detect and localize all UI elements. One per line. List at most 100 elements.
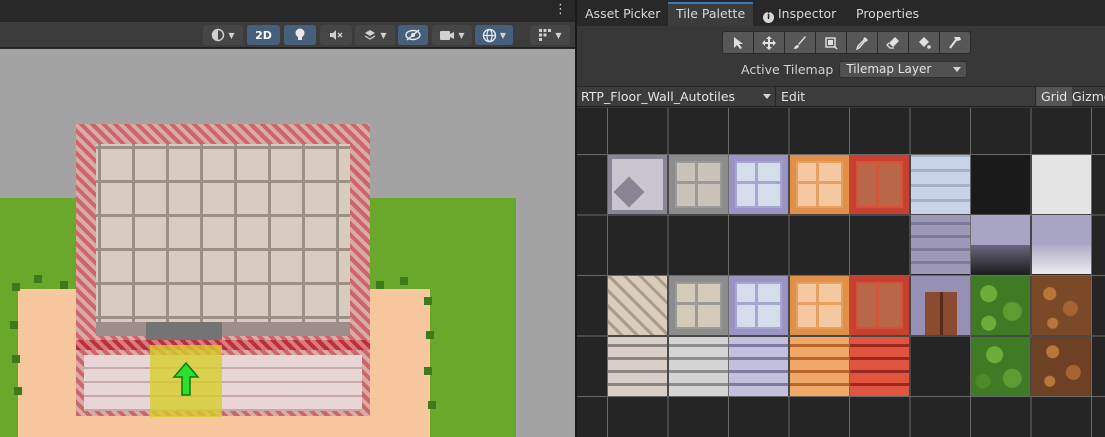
scene-viewport[interactable] xyxy=(0,49,575,437)
palette-tile[interactable] xyxy=(1032,155,1091,214)
shading-mode-dropdown[interactable]: ▼ xyxy=(203,25,243,45)
palette-tile[interactable] xyxy=(911,215,970,274)
chevron-down-icon xyxy=(763,94,771,99)
sand-area-bottom xyxy=(18,415,430,437)
bush-tile xyxy=(400,277,408,285)
bush-tile xyxy=(426,331,434,339)
palette-tile[interactable] xyxy=(608,155,667,214)
palette-tile[interactable] xyxy=(729,155,788,214)
eraser-icon xyxy=(886,36,899,49)
palette-tile[interactable] xyxy=(1032,276,1091,335)
palette-tile[interactable] xyxy=(1032,337,1091,396)
box-fill-icon xyxy=(825,36,838,50)
palette-tile[interactable] xyxy=(1032,215,1091,274)
tab-properties[interactable]: Properties xyxy=(848,2,927,26)
palette-tools-bar xyxy=(722,31,971,54)
palette-tile[interactable] xyxy=(608,276,667,335)
palette-tile[interactable] xyxy=(608,337,667,396)
palette-tile[interactable] xyxy=(669,276,728,335)
gizmos-dropdown[interactable]: ▼ xyxy=(475,25,513,45)
camera-icon xyxy=(440,30,455,40)
tile-palette-panel: Asset Picker Tile Palette i Inspector Pro… xyxy=(577,0,1105,437)
bush-tile xyxy=(60,281,68,289)
bush-tile xyxy=(34,275,42,283)
palette-selector-dropdown[interactable]: RTP_Floor_Wall_Autotiles xyxy=(577,87,775,106)
chevron-down-icon: ▼ xyxy=(458,30,465,40)
move-tool-button[interactable] xyxy=(753,31,785,54)
tab-tile-palette[interactable]: Tile Palette xyxy=(668,2,754,26)
scene-tab-strip: ⋮ xyxy=(0,0,575,22)
palette-tile[interactable] xyxy=(729,337,788,396)
2d-toggle-button[interactable]: 2D xyxy=(247,25,280,45)
hidden-objects-toggle-button[interactable] xyxy=(398,25,428,45)
palette-tile[interactable] xyxy=(850,155,909,214)
bush-tile xyxy=(376,281,384,289)
audio-toggle-button[interactable] xyxy=(320,25,352,45)
palette-toolbar: RTP_Floor_Wall_Autotiles Edit Grid Gizmo… xyxy=(577,86,1105,107)
scene-view-panel: ⋮ ▼ 2D ▼ ▼ ▼ ▼ xyxy=(0,0,575,437)
panel-menu-icon[interactable]: ⋮ xyxy=(554,3,567,17)
palette-tile[interactable] xyxy=(850,276,909,335)
palette-tile[interactable] xyxy=(669,337,728,396)
box-fill-button[interactable] xyxy=(815,31,847,54)
palette-tile[interactable] xyxy=(669,155,728,214)
hammer-button[interactable] xyxy=(939,31,971,54)
floor-shadow-line xyxy=(96,322,350,336)
paint-brush-button[interactable] xyxy=(784,31,816,54)
chevron-down-icon: ▼ xyxy=(228,30,235,40)
palette-tile[interactable] xyxy=(971,155,1030,214)
palette-tile[interactable] xyxy=(971,337,1030,396)
move-tool-icon xyxy=(762,35,776,50)
flood-fill-icon xyxy=(919,36,931,49)
tab-label: Inspector xyxy=(778,6,837,21)
scene-toolbar: ▼ 2D ▼ ▼ ▼ ▼ xyxy=(0,22,575,48)
floor-step-tile xyxy=(146,322,222,340)
audio-mute-icon xyxy=(330,30,343,40)
grid-snap-icon xyxy=(539,29,552,41)
eyedropper-icon xyxy=(855,36,868,50)
eye-hidden-icon xyxy=(405,29,421,41)
effects-dropdown[interactable]: ▼ xyxy=(355,25,395,45)
grid-snap-dropdown[interactable]: ▼ xyxy=(530,25,570,45)
camera-dropdown[interactable]: ▼ xyxy=(432,25,472,45)
green-arrow-icon xyxy=(172,361,200,396)
chevron-down-icon: ▼ xyxy=(499,30,507,40)
tab-label: Tile Palette xyxy=(676,6,746,21)
bush-tile xyxy=(10,321,18,329)
bush-tile xyxy=(428,401,436,409)
hammer-icon xyxy=(949,36,961,49)
active-tilemap-dropdown[interactable]: Tilemap Layer xyxy=(839,60,968,78)
select-tool-icon xyxy=(734,36,743,49)
palette-tile[interactable] xyxy=(729,276,788,335)
bush-tile xyxy=(14,387,22,395)
palette-tile[interactable] xyxy=(790,276,849,335)
active-tilemap-row: Active Tilemap Tilemap Layer xyxy=(741,60,968,78)
palette-tile[interactable] xyxy=(971,215,1030,274)
tab-inspector[interactable]: i Inspector xyxy=(755,2,844,26)
select-tool-button[interactable] xyxy=(722,31,754,54)
lighting-toggle-button[interactable] xyxy=(284,25,316,45)
active-tilemap-label: Active Tilemap xyxy=(741,61,834,77)
palette-tile[interactable] xyxy=(911,155,970,214)
palette-name: RTP_Floor_Wall_Autotiles xyxy=(581,89,736,104)
bush-tile xyxy=(12,355,20,363)
palette-tile[interactable] xyxy=(790,337,849,396)
palette-tile[interactable] xyxy=(850,337,909,396)
eyedropper-button[interactable] xyxy=(846,31,878,54)
bush-tile xyxy=(424,367,432,375)
gizmos-toggle-button[interactable]: Gizmos xyxy=(1067,87,1105,106)
flood-fill-button[interactable] xyxy=(908,31,940,54)
tab-asset-picker[interactable]: Asset Picker xyxy=(577,2,668,26)
room-floor-grid xyxy=(96,144,350,322)
eraser-button[interactable] xyxy=(877,31,909,54)
tile-palette-grid[interactable] xyxy=(577,108,1105,437)
palette-tile[interactable] xyxy=(790,155,849,214)
chevron-down-icon: ▼ xyxy=(380,30,387,40)
edit-palette-button[interactable]: Edit xyxy=(775,87,810,106)
palette-tile[interactable] xyxy=(971,276,1030,335)
tab-label: Properties xyxy=(856,6,920,21)
bush-tile xyxy=(12,283,20,291)
palette-tile[interactable] xyxy=(911,276,970,335)
info-icon: i xyxy=(763,12,774,23)
panel-tab-bar: Asset Picker Tile Palette i Inspector Pro… xyxy=(577,0,1105,26)
